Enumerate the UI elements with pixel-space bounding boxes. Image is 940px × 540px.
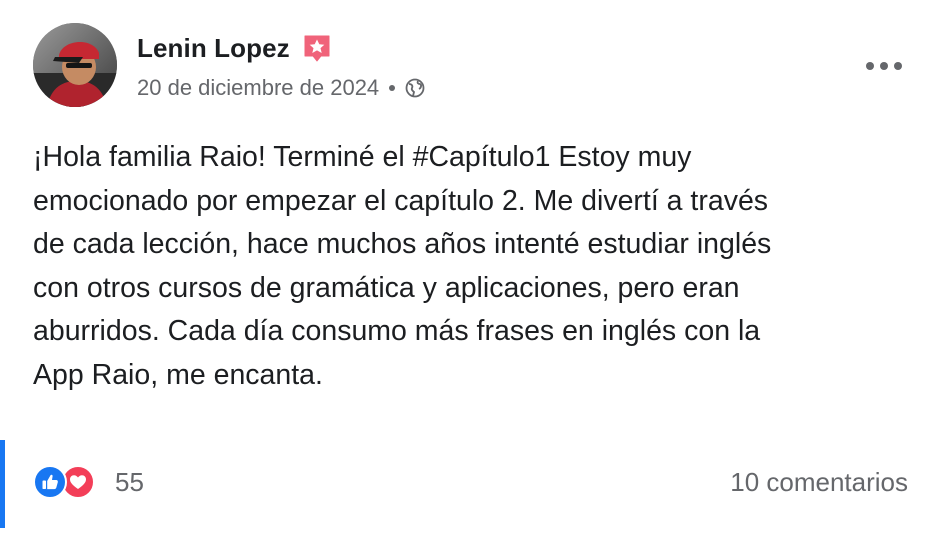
- reactions-summary[interactable]: 55: [33, 462, 144, 502]
- post-date[interactable]: 20 de diciembre de 2024: [137, 75, 379, 101]
- post-meta: 20 de diciembre de 2024: [137, 72, 425, 104]
- more-dot: [894, 62, 902, 70]
- reaction-icons: [33, 465, 95, 499]
- comments-count-link[interactable]: 10 comentarios: [730, 462, 908, 502]
- more-dot: [866, 62, 874, 70]
- separator-dot: [389, 85, 396, 91]
- reaction-count: 55: [115, 466, 144, 497]
- more-dot: [880, 62, 888, 70]
- post-card: Lenin Lopez 20 de diciembre de 2024 ¡Hol…: [0, 0, 940, 540]
- accent-bar: [0, 440, 5, 528]
- avatar[interactable]: [33, 23, 117, 107]
- like-icon: [33, 465, 67, 499]
- star-badge-icon: [300, 31, 334, 65]
- author-name[interactable]: Lenin Lopez: [137, 33, 290, 64]
- post-text: ¡Hola familia Raio! Terminé el #Capítulo…: [33, 141, 772, 391]
- more-options-icon[interactable]: [860, 50, 908, 82]
- author-row: Lenin Lopez: [137, 28, 334, 68]
- globe-icon[interactable]: [405, 78, 425, 98]
- avatar-image: [33, 23, 117, 107]
